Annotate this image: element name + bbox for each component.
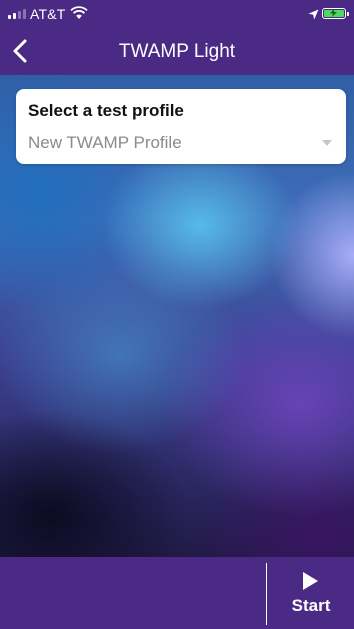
signal-strength-icon xyxy=(8,9,26,19)
profile-dropdown[interactable]: New TWAMP Profile xyxy=(16,127,346,161)
app-screen: AT&T TWAMP Light Select a test profile N… xyxy=(0,0,354,629)
page-title: TWAMP Light xyxy=(118,41,236,62)
profile-select-label: Select a test profile xyxy=(28,101,184,120)
carrier-name: AT&T xyxy=(30,6,66,22)
caret-down-icon xyxy=(322,140,332,146)
location-arrow-icon xyxy=(308,7,319,23)
play-icon xyxy=(303,572,318,590)
battery-charging-icon xyxy=(322,8,349,19)
navigation-bar: TWAMP Light xyxy=(0,28,354,75)
wifi-icon xyxy=(70,6,88,23)
profile-selected-value: New TWAMP Profile xyxy=(28,133,182,152)
start-label: Start xyxy=(291,596,331,615)
start-button[interactable]: Start xyxy=(268,566,354,626)
profile-card: Select a test profile New TWAMP Profile xyxy=(16,89,346,164)
status-bar: AT&T xyxy=(0,0,354,28)
toolbar-divider xyxy=(266,563,267,625)
